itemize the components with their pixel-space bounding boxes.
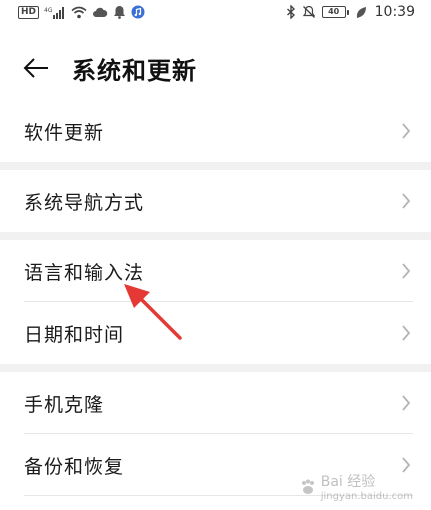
paw-logo-icon bbox=[301, 479, 314, 494]
mute-icon bbox=[302, 5, 316, 19]
section-separator bbox=[0, 232, 431, 240]
menu-group-update: 软件更新 bbox=[0, 100, 431, 162]
menu-group-navigation: 系统导航方式 bbox=[0, 170, 431, 232]
page-title: 系统和更新 bbox=[72, 56, 197, 85]
chevron-right-icon bbox=[402, 193, 411, 209]
watermark-text: Bai 经验 bbox=[320, 474, 376, 490]
hd-badge: HD bbox=[18, 5, 40, 19]
watermark: Bai 经验 jingyan.baidu.com bbox=[299, 471, 413, 502]
section-separator bbox=[0, 364, 431, 372]
bluetooth-icon bbox=[286, 5, 296, 19]
menu-item-label: 备份和恢复 bbox=[24, 455, 125, 478]
header: 系统和更新 bbox=[0, 44, 431, 92]
section-separator bbox=[0, 162, 431, 170]
menu-item-date-time[interactable]: 日期和时间 bbox=[0, 302, 431, 364]
back-button[interactable] bbox=[8, 44, 64, 92]
menu-item-language-input[interactable]: 语言和输入法 bbox=[0, 240, 431, 302]
menu-item-software-update[interactable]: 软件更新 bbox=[0, 100, 431, 162]
back-arrow-icon bbox=[23, 58, 48, 78]
status-left: HD 4G bbox=[18, 5, 145, 19]
status-bar: HD 4G 40 10:39 bbox=[0, 0, 431, 24]
notification-icon bbox=[113, 5, 126, 19]
wifi-icon bbox=[71, 6, 87, 19]
status-time: 10:39 bbox=[374, 4, 415, 20]
battery-level: 40 bbox=[321, 6, 346, 18]
chevron-right-icon bbox=[402, 123, 411, 139]
watermark-subtext: jingyan.baidu.com bbox=[320, 491, 413, 502]
signal-icon: 4G bbox=[44, 6, 66, 19]
chevron-right-icon bbox=[402, 325, 411, 341]
music-app-icon bbox=[131, 5, 145, 19]
network-type-label: 4G bbox=[44, 7, 53, 14]
cloud-icon bbox=[92, 6, 108, 18]
menu-item-label: 系统导航方式 bbox=[24, 191, 145, 214]
leaf-icon bbox=[355, 6, 367, 19]
battery-icon: 40 bbox=[321, 6, 349, 18]
menu-item-label: 软件更新 bbox=[24, 121, 105, 144]
status-right: 40 10:39 bbox=[286, 4, 415, 20]
menu-item-phone-clone[interactable]: 手机克隆 bbox=[0, 372, 431, 434]
menu-group-language-date: 语言和输入法 日期和时间 bbox=[0, 240, 431, 364]
chevron-right-icon bbox=[402, 263, 411, 279]
menu-item-system-navigation[interactable]: 系统导航方式 bbox=[0, 170, 431, 232]
menu-item-label: 日期和时间 bbox=[24, 323, 125, 346]
chevron-right-icon bbox=[402, 395, 411, 411]
menu-item-label: 手机克隆 bbox=[24, 393, 105, 416]
menu-item-label: 语言和输入法 bbox=[24, 261, 145, 284]
